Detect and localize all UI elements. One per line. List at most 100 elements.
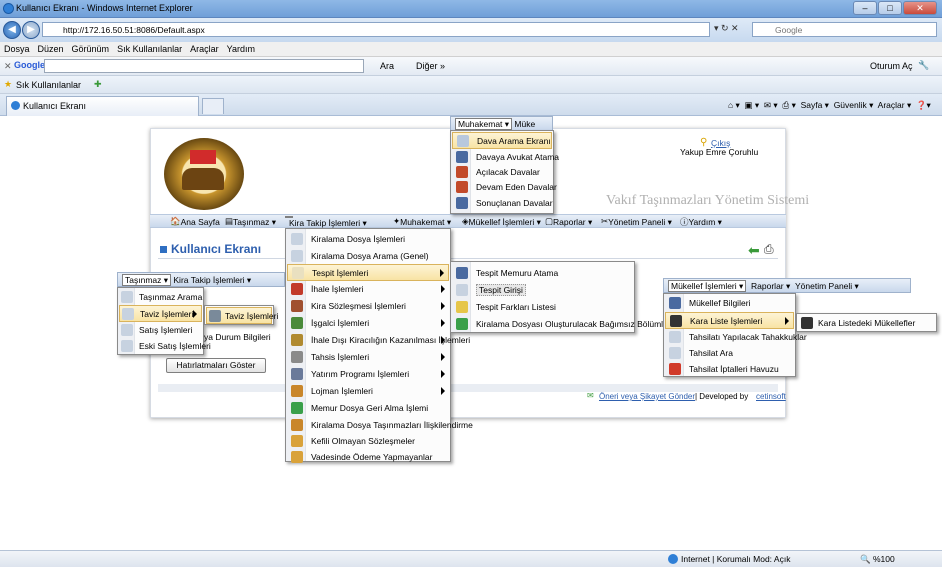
menu-tools[interactable]: Araçlar (186, 42, 223, 54)
menu-item-lojman[interactable]: Lojman İşlemleri (287, 383, 449, 400)
menu-item-tahakkuklar[interactable]: Tahsilatı Yapılacak Tahakkuklar (665, 329, 807, 346)
menu-edit[interactable]: Düzen (34, 42, 68, 54)
menu-item-taviz[interactable]: Taviz İşlemleri (119, 305, 202, 322)
mukellef-bar: Mükellef İşlemleri ▾ Raporlar ▾ Yönetim … (663, 278, 911, 293)
google-more-button[interactable]: Diğer » (416, 61, 445, 71)
menu-item-isgalci[interactable]: İşgalci İşlemleri (287, 315, 449, 332)
menu-item-iliskilendirme[interactable]: Kiralama Dosya Taşınmazları İlişkilendir… (287, 417, 473, 434)
foundation-logo (164, 138, 244, 210)
ie-command-bar: ⌂ ▾ ▣ ▾ ✉ ▾ ⎙ ▾ Sayfa ▾ Güvenlik ▾ Araçl… (728, 100, 931, 111)
menu-item-bagimsiz-bolumler[interactable]: Kiralama Dosyası Oluşturulacak Bağımsız … (452, 316, 671, 333)
page-title: Kullanıcı Ekranı (171, 242, 262, 256)
menu-item-sonuclanan[interactable]: Sonuçlanan Davalar (452, 195, 553, 212)
menu-favorites[interactable]: Sık Kullanılanlar (113, 42, 186, 54)
nav-kira-takip[interactable]: Kira Takip İşlemleri ▾ (285, 216, 367, 228)
google-search-button[interactable]: Ara (380, 61, 394, 71)
menu-item-vadesinde[interactable]: Vadesinde Ödeme Yapmayanlar (287, 449, 449, 466)
tab-title: Kullanıcı Ekranı (23, 101, 87, 111)
maximize-button[interactable]: □ (878, 1, 902, 15)
zoom-level[interactable]: %100 (873, 554, 895, 564)
back-arrow-icon[interactable]: ⬅ (748, 242, 760, 259)
address-input[interactable]: http://172.16.50.51:8086/Default.aspx (42, 22, 710, 37)
feeds-icon[interactable]: ▣ ▾ (745, 100, 760, 110)
menu-item-dava-arama[interactable]: Dava Arama Ekranı (452, 132, 552, 149)
menu-item-tespit-memuru[interactable]: Tespit Memuru Atama (452, 265, 633, 282)
raporlar-button[interactable]: Raporlar ▾ (751, 281, 790, 291)
menu-item-yatirim[interactable]: Yatırım Programı İşlemleri (287, 366, 449, 383)
zoom-icon[interactable]: 🔍 (860, 554, 871, 565)
nav-tasinmaz[interactable]: ▤ Taşınmaz ▾ (225, 216, 276, 227)
menu-item-kiralama-dosya[interactable]: Kiralama Dosya İşlemleri (287, 231, 449, 248)
menu-view[interactable]: Görünüm (68, 42, 114, 54)
menu-item-kefili-olmayan[interactable]: Kefili Olmayan Sözleşmeler (287, 433, 449, 450)
refresh-stop-icons[interactable]: ▾ ↻ ✕ (714, 23, 739, 34)
system-title: Vakıf Taşınmazları Yönetim Sistemi (606, 193, 810, 208)
yonetim-button[interactable]: Yönetim Paneli ▾ (795, 281, 859, 291)
tab-current[interactable]: Kullanıcı Ekranı (6, 96, 199, 116)
forward-icon[interactable]: ▶ (22, 21, 40, 39)
home-icon[interactable]: ⌂ ▾ (728, 100, 740, 110)
nav-yardim[interactable]: ⓘ Yardım ▾ (680, 216, 722, 228)
nav-raporlar[interactable]: ▢ Raporlar ▾ (545, 216, 592, 227)
menu-item-ihale[interactable]: İhale İşlemleri (287, 281, 449, 298)
add-favorite-icon[interactable]: ✚ (94, 79, 102, 90)
globe-icon (668, 554, 678, 564)
kira-takip-button[interactable]: Kira Takip İşlemleri ▾ (173, 275, 251, 285)
close-toolbar-icon[interactable]: ✕ (4, 61, 12, 72)
address-toolbar: ◀ ▶ http://172.16.50.51:8086/Default.asp… (0, 18, 942, 42)
feedback-link[interactable]: Öneri veya Şikayet Gönder (599, 392, 695, 401)
new-tab-button[interactable] (202, 98, 224, 114)
favorites-button[interactable]: Sık Kullanılanlar (16, 80, 81, 90)
print-icon[interactable]: ⎙ ▾ (782, 100, 795, 110)
muhakemat-bar: Muhakemat ▾ Müke (450, 116, 553, 131)
help-icon[interactable]: ❓▾ (916, 100, 931, 110)
mukellef-button-partial[interactable]: Müke (514, 119, 535, 129)
show-reminders-button[interactable]: Hatırlatmaları Göster (166, 358, 266, 373)
menu-item-tasinmaz-arama[interactable]: Taşınmaz Arama (119, 289, 202, 306)
tools-menu[interactable]: Araçlar ▾ (878, 100, 912, 110)
menu-item-memur-geri[interactable]: Memur Dosya Geri Alma İşlemi (287, 400, 449, 417)
case-icon (456, 166, 468, 178)
taviz-submenu: Taviz İşlemleri (204, 305, 278, 325)
menu-item-kara-liste[interactable]: Kara Liste İşlemleri (665, 312, 794, 329)
menu-item-mukellef-bilgileri[interactable]: Mükellef Bilgileri (665, 295, 794, 312)
developed-by: | Developed by (695, 392, 749, 401)
tasinmaz-button[interactable]: Taşınmaz ▾ (122, 274, 172, 286)
wrench-icon[interactable]: 🔧 (918, 60, 929, 71)
mukellef-button[interactable]: Mükellef İşlemleri ▾ (668, 280, 747, 292)
back-icon[interactable]: ◀ (3, 21, 21, 39)
mail-icon[interactable]: ✉ ▾ (764, 100, 778, 110)
menu-item-tespit-farklari[interactable]: Tespit Farkları Listesi (452, 299, 633, 316)
nav-yonetim[interactable]: ✂ Yönetim Paneli ▾ (601, 216, 672, 227)
google-search-input[interactable] (44, 59, 364, 73)
nav-muhakemat[interactable]: ✦ Muhakemat ▾ (393, 216, 451, 227)
menu-item-devam-eden[interactable]: Devam Eden Davalar (452, 179, 557, 196)
dosya-durum-partial[interactable]: ya Durum Bilgileri (204, 332, 271, 342)
menu-item-kiralama-arama[interactable]: Kiralama Dosya Arama (Genel) (287, 248, 449, 265)
menu-item-tahsilat-iptal[interactable]: Tahsilat İptalleri Havuzu (665, 361, 794, 378)
security-zone: Internet | Korumalı Mod: Açık (681, 554, 791, 564)
safety-menu[interactable]: Güvenlik ▾ (834, 100, 874, 110)
search-input[interactable]: Google (752, 22, 937, 37)
page-menu[interactable]: Sayfa ▾ (801, 100, 829, 110)
minimize-button[interactable]: – (853, 1, 877, 15)
menu-file[interactable]: Dosya (0, 42, 34, 54)
menu-item-tespit-girisi[interactable]: Tespit Girişi (452, 282, 633, 299)
menu-item-eski-satis[interactable]: Eski Satış İşlemleri (119, 338, 211, 355)
menu-item-kira-sozlesmesi[interactable]: Kira Sözleşmesi İşlemleri (287, 298, 449, 315)
google-signin-link[interactable]: Oturum Aç (870, 61, 913, 71)
nav-home[interactable]: 🏠 Ana Sayfa (170, 216, 220, 227)
menu-item-kara-listedeki[interactable]: Kara Listedeki Mükellefler (798, 315, 935, 332)
menu-help[interactable]: Yardım (223, 42, 259, 54)
menu-item-tahsis[interactable]: Tahsis İşlemleri (287, 349, 449, 366)
developer-link[interactable]: cetinsoft (756, 392, 786, 401)
muhakemat-button[interactable]: Muhakemat ▾ (455, 118, 513, 130)
nav-mukellef[interactable]: ◈ Mükellef İşlemleri ▾ (462, 216, 541, 227)
menu-item-ihale-disi[interactable]: İhale Dışı Kiracılığın Kazanılması İşlem… (287, 332, 470, 349)
print-page-icon[interactable]: ⎙ (764, 242, 774, 257)
menu-item-taviz-islemleri[interactable]: Taviz İşlemleri (206, 307, 278, 324)
menu-item-tahsilat-ara[interactable]: Tahsilat Ara (665, 345, 794, 362)
menu-item-tespit[interactable]: Tespit İşlemleri (287, 264, 449, 281)
menu-item-satis[interactable]: Satış İşlemleri (119, 322, 202, 339)
close-button[interactable]: ✕ (903, 1, 937, 15)
